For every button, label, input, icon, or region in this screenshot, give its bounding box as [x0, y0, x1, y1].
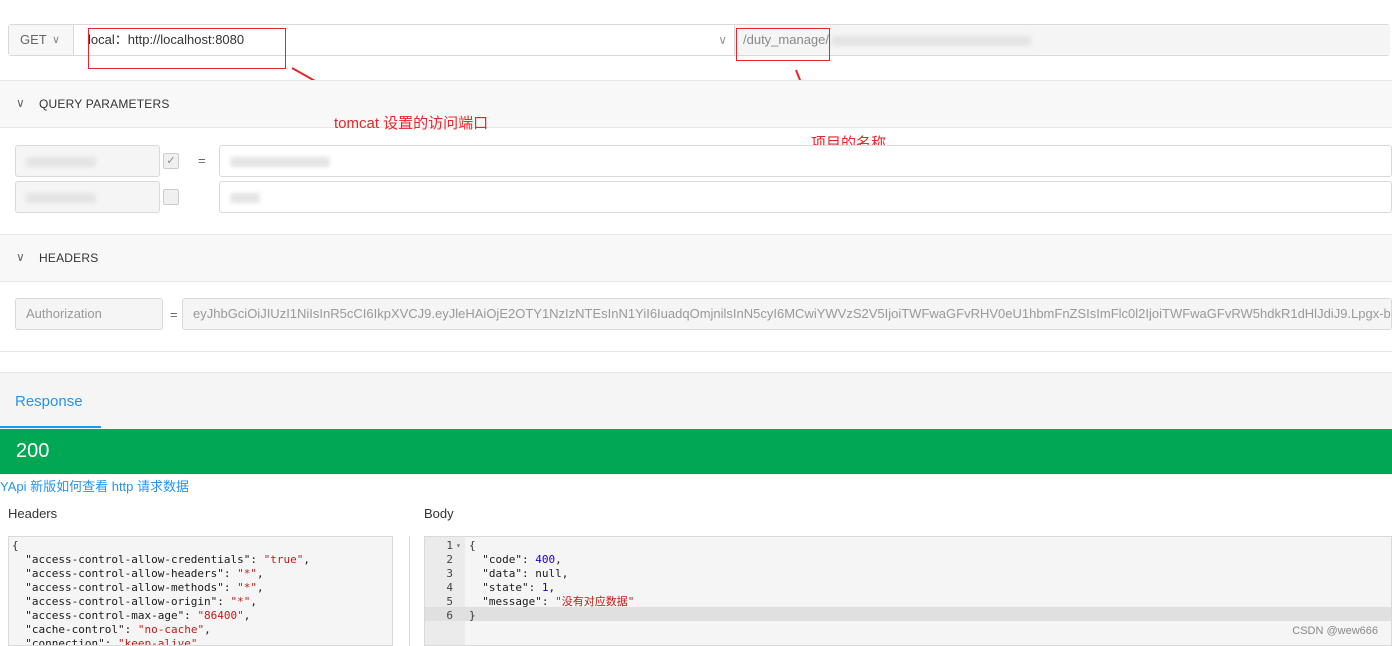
- code-line: "access-control-allow-methods": "*",: [12, 581, 264, 594]
- response-body-editor[interactable]: 1 2 3 4 5 6 ▾ { "code": 400, "data": nul…: [424, 536, 1392, 646]
- code-line: "state": 1,: [469, 581, 556, 594]
- code-line: "access-control-max-age": "86400",: [12, 609, 251, 622]
- line-number: 2: [446, 553, 453, 566]
- query-value-input-2[interactable]: [219, 181, 1392, 213]
- code-line: {: [12, 539, 19, 552]
- line-number: 4: [446, 581, 453, 594]
- code-line: {: [469, 539, 476, 552]
- blurred-value: [230, 156, 330, 167]
- code-line: "code": 400,: [469, 553, 562, 566]
- line-number: 6: [446, 609, 453, 622]
- line-number: 3: [446, 567, 453, 580]
- query-value-input-1[interactable]: [219, 145, 1392, 177]
- response-tabs: Response: [0, 372, 1392, 429]
- tab-response[interactable]: Response: [15, 393, 83, 410]
- line-number: 1: [446, 539, 453, 552]
- chevron-down-icon: ∨: [16, 96, 25, 110]
- fold-arrow-icon[interactable]: ▾: [456, 539, 461, 553]
- annotation-port-text: tomcat 设置的访问端口: [334, 115, 489, 132]
- line-number: 5: [446, 595, 453, 608]
- code-line: }: [469, 609, 476, 622]
- code-line: "message": "没有对应数据": [469, 595, 635, 608]
- query-key-input-1[interactable]: [15, 145, 160, 177]
- query-params-header[interactable]: ∨ QUERY PARAMETERS: [0, 80, 1392, 128]
- divider: [0, 351, 1392, 352]
- blurred-value: [230, 192, 260, 203]
- header-key-input[interactable]: Authorization: [15, 298, 163, 330]
- active-tab-underline: [0, 426, 101, 428]
- code-line: "access-control-allow-headers": "*",: [12, 567, 264, 580]
- blurred-key: [26, 156, 96, 167]
- query-enable-checkbox-1[interactable]: ✓: [163, 153, 179, 169]
- status-code-bar: 200: [0, 429, 1392, 474]
- header-value-input[interactable]: eyJhbGciOiJIUzI1NiIsInR5cCI6IkpXVCJ9.eyJ…: [182, 298, 1392, 330]
- code-line: "data": null,: [469, 567, 569, 580]
- watermark: CSDN @wew666: [1292, 625, 1378, 637]
- panel-divider: [409, 536, 410, 646]
- body-label: Body: [424, 506, 454, 521]
- chevron-down-icon: ∨: [16, 250, 25, 264]
- equals-sign: =: [170, 307, 178, 322]
- query-enable-checkbox-2[interactable]: [163, 189, 179, 205]
- help-link[interactable]: YApi 新版如何查看 http 请求数据: [0, 476, 189, 495]
- active-line-highlight: [425, 607, 1391, 621]
- response-headers-editor[interactable]: { "access-control-allow-credentials": "t…: [8, 536, 393, 646]
- blurred-key: [26, 192, 96, 203]
- code-line: "access-control-allow-origin": "*",: [12, 595, 258, 608]
- headers-title: HEADERS: [39, 251, 99, 265]
- code-line: "cache-control": "no-cache",: [12, 623, 211, 636]
- equals-sign: =: [198, 153, 206, 168]
- code-line: "connection": "keep-alive",: [12, 637, 205, 646]
- query-key-input-2[interactable]: [15, 181, 160, 213]
- headers-header[interactable]: ∨ HEADERS: [0, 234, 1392, 282]
- headers-label: Headers: [8, 506, 58, 521]
- query-params-title: QUERY PARAMETERS: [39, 97, 170, 111]
- code-line: "access-control-allow-credentials": "tru…: [12, 553, 311, 566]
